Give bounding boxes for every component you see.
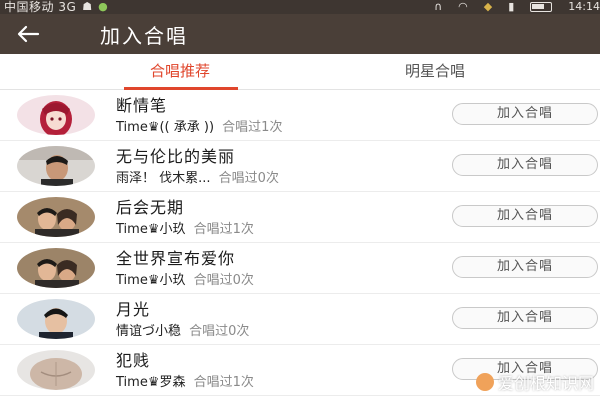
carrier-label: 中国移动 3G <box>4 0 77 14</box>
chorus-count: 合唱过1次 <box>222 120 283 135</box>
wifi-icon: ◠ <box>458 0 468 13</box>
item-meta: Time♛小玖 合唱过1次 <box>116 218 254 237</box>
avatar[interactable] <box>17 95 95 135</box>
app-header: 加入合唱 <box>0 14 600 54</box>
status-bar: 中国移动 3G ☗ ● ∩ ◠ ◆ ▮ 14:14 <box>0 0 600 14</box>
list-item[interactable]: 全世界宣布爱你 Time♛小玖 合唱过0次 加入合唱 <box>0 243 600 294</box>
back-arrow-icon <box>17 25 40 43</box>
avatar[interactable] <box>17 197 95 237</box>
notification-icon: ☗ <box>82 0 93 13</box>
item-meta: Time♛罗森 合唱过1次 <box>116 371 254 390</box>
chorus-count: 合唱过0次 <box>218 171 279 186</box>
join-chorus-button[interactable]: 加入合唱 <box>452 103 598 125</box>
item-meta: 雨泽！ 伐木累... 合唱过0次 <box>116 167 279 186</box>
page-title: 加入合唱 <box>100 23 188 48</box>
avatar[interactable] <box>17 248 95 288</box>
song-title: 断情笔 <box>116 96 168 115</box>
join-chorus-button[interactable]: 加入合唱 <box>452 256 598 278</box>
item-meta: 情谊づ小稳 合唱过0次 <box>116 320 249 339</box>
list-item[interactable]: 无与伦比的美丽 雨泽！ 伐木累... 合唱过0次 加入合唱 <box>0 141 600 192</box>
singer-name: Time♛小玖 <box>116 273 186 288</box>
app-notification-icon: ● <box>98 0 108 13</box>
signal-icon: ▮ <box>508 0 515 13</box>
list-item[interactable]: 后会无期 Time♛小玖 合唱过1次 加入合唱 <box>0 192 600 243</box>
singer-name: 情谊づ小稳 <box>116 324 182 339</box>
avatar[interactable] <box>17 299 95 339</box>
chorus-count: 合唱过0次 <box>193 273 254 288</box>
song-title: 无与伦比的美丽 <box>116 147 236 166</box>
tab-bar: 合唱推荐 明星合唱 <box>0 54 600 90</box>
item-meta: Time♛(( 承承 )) 合唱过1次 <box>116 116 282 135</box>
song-title: 全世界宣布爱你 <box>116 249 236 268</box>
tab-label: 合唱推荐 <box>149 62 210 80</box>
song-title: 后会无期 <box>116 198 185 217</box>
tab-chorus-recommend[interactable]: 合唱推荐 <box>110 54 250 90</box>
song-title: 月光 <box>116 300 151 319</box>
clock: 14:14 <box>568 0 600 13</box>
join-chorus-button[interactable]: 加入合唱 <box>452 154 598 176</box>
join-chorus-button[interactable]: 加入合唱 <box>452 307 598 329</box>
singer-name: 雨泽！ 伐木累... <box>116 171 211 186</box>
watermark: 爱创根知识网 <box>475 370 594 394</box>
chorus-count: 合唱过1次 <box>193 222 254 237</box>
back-button[interactable] <box>0 14 50 54</box>
watermark-text: 爱创根知识网 <box>497 374 594 393</box>
battery-icon <box>530 2 553 12</box>
avatar[interactable] <box>17 350 95 390</box>
avatar[interactable] <box>17 146 95 186</box>
singer-name: Time♛罗森 <box>116 375 186 390</box>
tab-star-chorus[interactable]: 明星合唱 <box>360 54 510 90</box>
singer-name: Time♛(( 承承 )) <box>116 120 215 135</box>
join-chorus-button[interactable]: 加入合唱 <box>452 205 598 227</box>
list-item[interactable]: 月光 情谊づ小稳 合唱过0次 加入合唱 <box>0 294 600 345</box>
chorus-count: 合唱过1次 <box>193 375 254 390</box>
singer-name: Time♛小玖 <box>116 222 186 237</box>
watermark-logo-icon <box>475 373 494 391</box>
chorus-count: 合唱过0次 <box>189 324 250 339</box>
tab-label: 明星合唱 <box>404 62 465 80</box>
song-title: 犯贱 <box>116 351 151 370</box>
headphones-icon: ∩ <box>434 0 443 13</box>
item-meta: Time♛小玖 合唱过0次 <box>116 269 254 288</box>
app-icon: ◆ <box>483 0 493 13</box>
list-item[interactable]: 断情笔 Time♛(( 承承 )) 合唱过1次 加入合唱 <box>0 90 600 141</box>
